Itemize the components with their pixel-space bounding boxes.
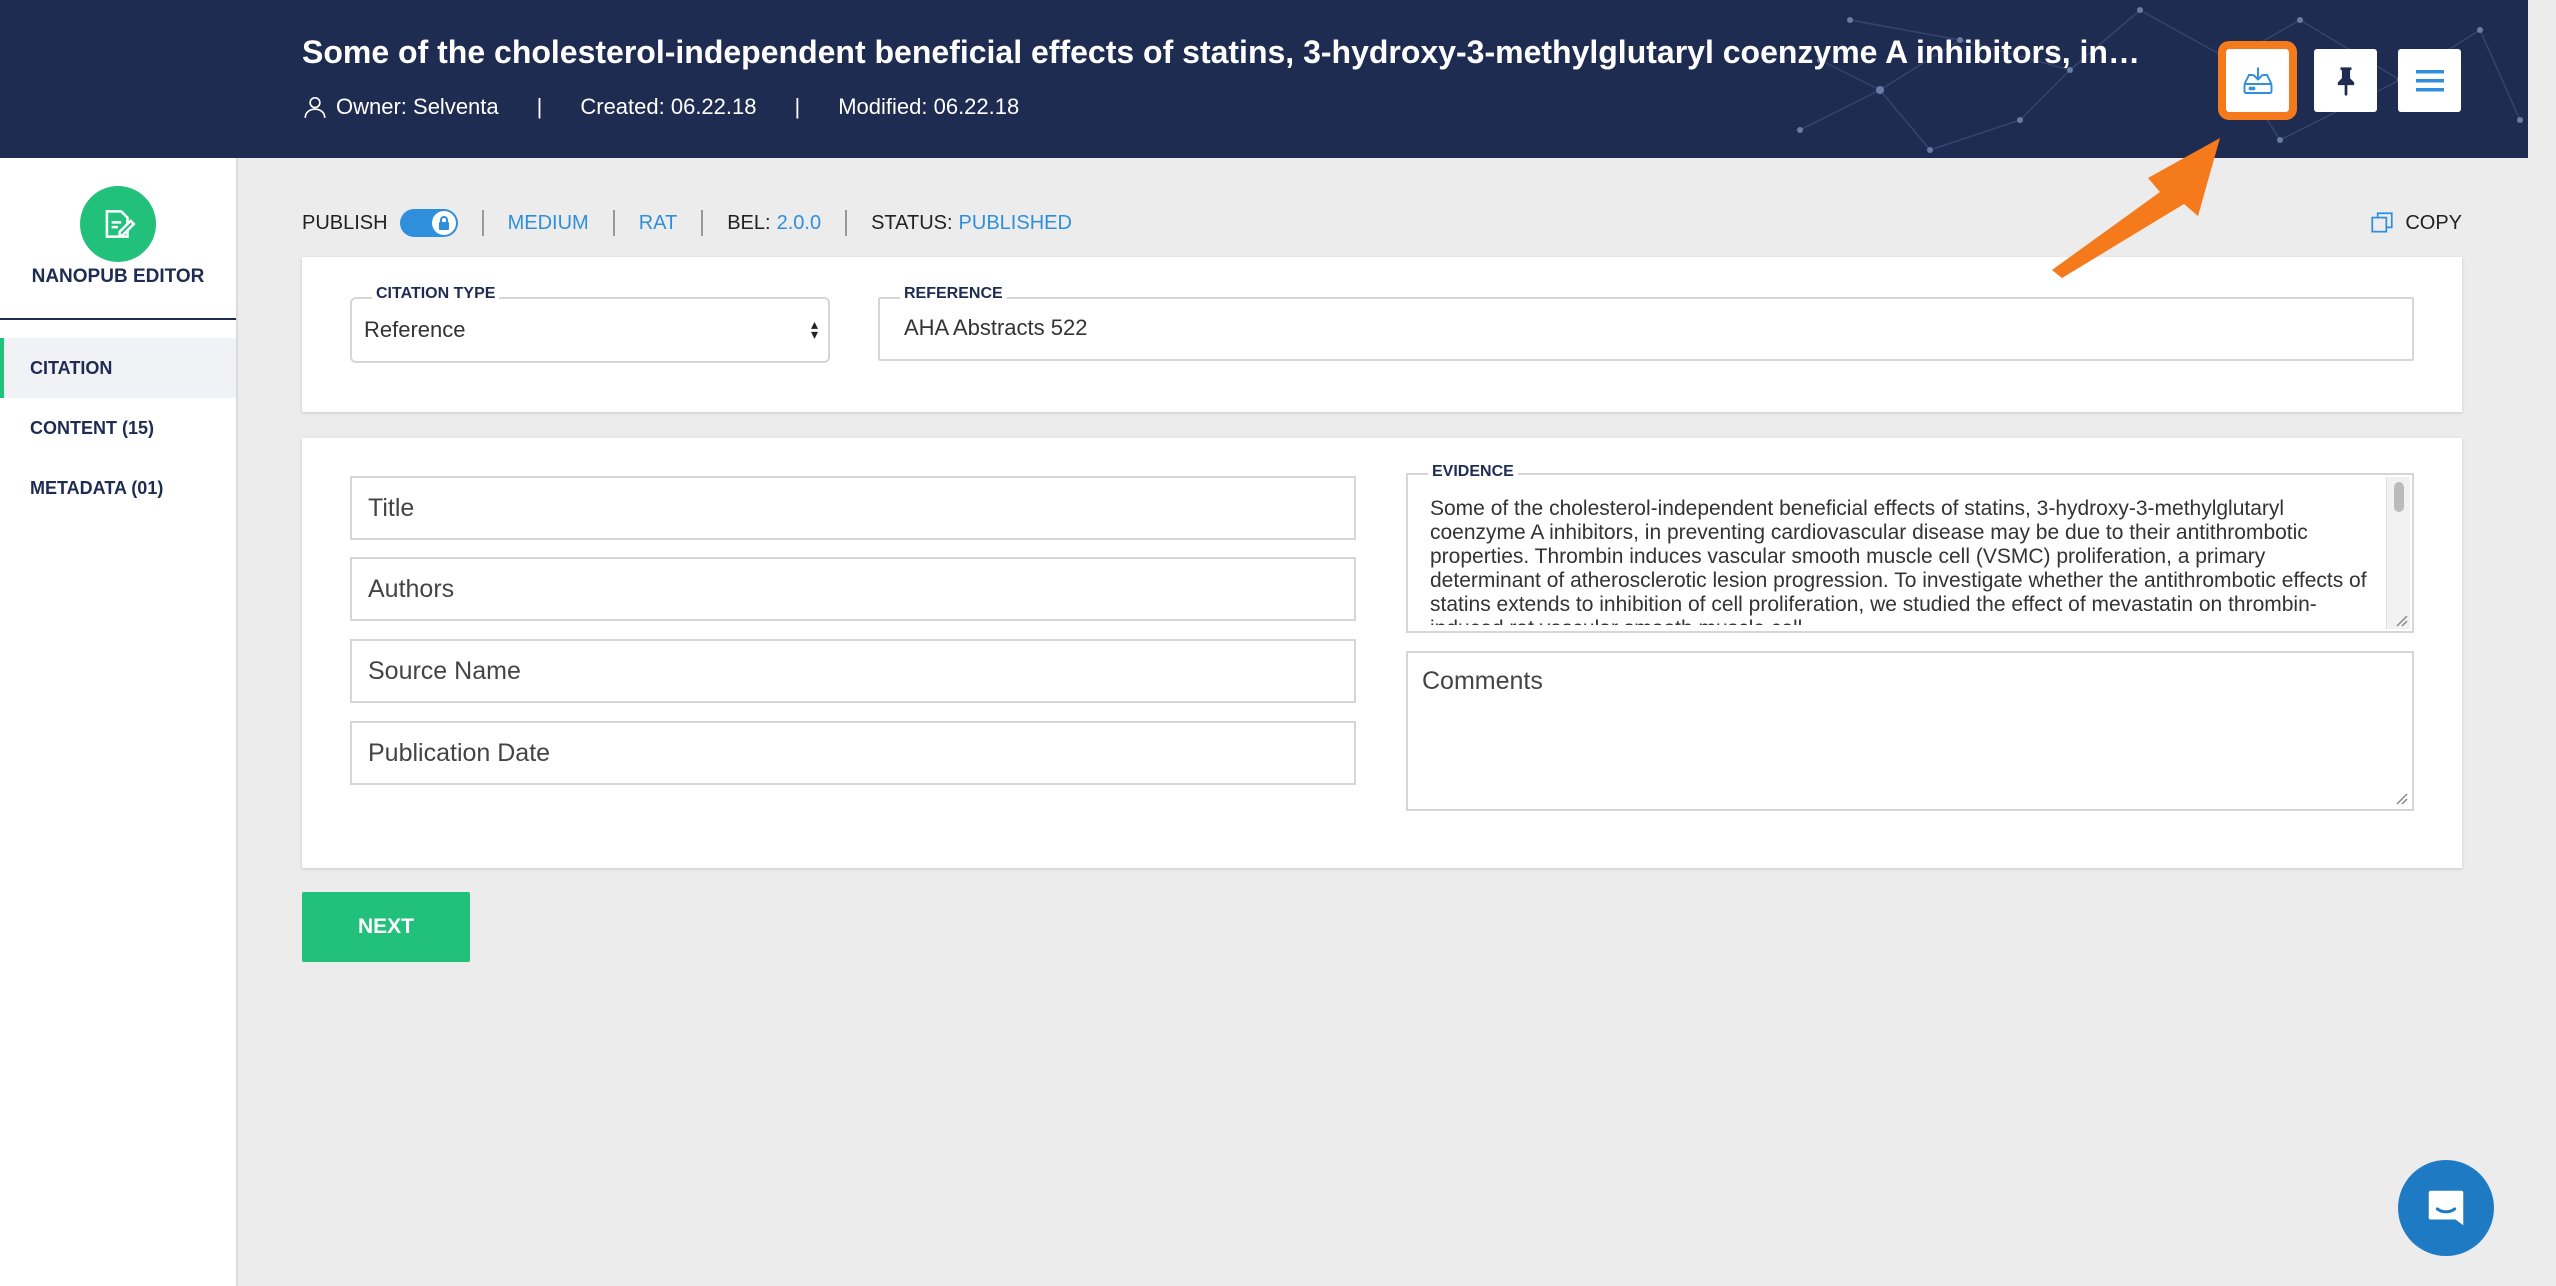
comments-textarea[interactable]: Comments xyxy=(1406,651,2414,811)
status-value: PUBLISHED xyxy=(958,211,1072,234)
publish-toggle[interactable] xyxy=(399,209,458,237)
nanopub-editor-logo xyxy=(80,186,156,262)
title-placeholder: Title xyxy=(368,493,415,522)
reference-label: REFERENCE xyxy=(900,285,1007,303)
publish-label: PUBLISH xyxy=(302,211,388,234)
select-arrows-icon: ▴ ▾ xyxy=(810,316,818,342)
chat-launcher-button[interactable] xyxy=(2398,1160,2494,1256)
status-label: STATUS: xyxy=(871,211,953,234)
citation-type-label: CITATION TYPE xyxy=(372,285,500,303)
sidebar-item-label: CITATION xyxy=(30,357,113,378)
sidebar-title: NANOPUB EDITOR xyxy=(31,266,205,287)
scrollbar-thumb[interactable] xyxy=(2394,482,2404,512)
toolbar-divider xyxy=(481,210,484,236)
bel-label: BEL: xyxy=(727,211,771,234)
created-text: Created: 06.22.18 xyxy=(580,94,757,119)
citation-type-select[interactable]: CITATION TYPE Reference ▴ ▾ xyxy=(350,285,830,363)
citation-type-value: Reference xyxy=(364,317,466,342)
evidence-label: EVIDENCE xyxy=(1428,463,1518,481)
publish-toggle-knob xyxy=(431,211,456,235)
modified-text: Modified: 06.22.18 xyxy=(838,94,1020,119)
copy-icon xyxy=(2371,212,2393,233)
authors-field[interactable]: Authors xyxy=(350,557,1356,621)
document-meta: Owner: Selventa | Created: 06.22.18 | Mo… xyxy=(302,92,1019,122)
edit-document-icon xyxy=(105,210,136,238)
publication-date-placeholder: Publication Date xyxy=(368,738,551,767)
meta-separator: | xyxy=(794,94,801,119)
pin-button[interactable] xyxy=(2314,49,2377,112)
citation-card: CITATION TYPE Reference ▴ ▾ REFERENCE AHA… xyxy=(302,257,2462,412)
sidebar-item-label: METADATA (01) xyxy=(30,477,164,498)
lock-icon xyxy=(438,216,449,230)
pin-icon xyxy=(2337,66,2354,96)
authors-placeholder: Authors xyxy=(368,574,455,603)
copy-label: COPY xyxy=(2405,211,2462,234)
sidebar-divider xyxy=(0,318,236,320)
publication-date-field[interactable]: Publication Date xyxy=(350,721,1356,785)
sidebar-item-label: CONTENT (15) xyxy=(30,417,155,438)
sidebar-item-citation[interactable]: CITATION xyxy=(0,338,236,398)
evidence-textarea[interactable]: EVIDENCE Some of the cholesterol-indepen… xyxy=(1406,463,2414,633)
app-root: Some of the cholesterol-independent bene… xyxy=(0,0,2556,1286)
save-download-button[interactable] xyxy=(2218,41,2297,120)
species-link[interactable]: RAT xyxy=(639,212,678,235)
menu-button[interactable] xyxy=(2398,49,2461,112)
medium-link[interactable]: MEDIUM xyxy=(508,212,589,235)
meta-separator: | xyxy=(536,94,543,119)
copy-button[interactable]: COPY xyxy=(2369,208,2462,238)
chat-icon xyxy=(2428,1190,2464,1226)
comments-placeholder: Comments xyxy=(1422,667,1543,695)
resize-handle-icon[interactable] xyxy=(2392,611,2408,627)
next-button[interactable]: NEXT xyxy=(302,892,470,962)
owner-text: Owner: Selventa xyxy=(336,94,499,119)
title-field[interactable]: Title xyxy=(350,476,1356,540)
toolbar-divider xyxy=(701,210,704,236)
resize-handle-icon[interactable] xyxy=(2392,789,2408,805)
orange-pointer-arrow-icon xyxy=(2052,138,2220,278)
citation-details-card: Title Authors Source Name Publication Da… xyxy=(302,438,2462,868)
hamburger-menu-icon xyxy=(2415,69,2444,91)
document-title: Some of the cholesterol-independent bene… xyxy=(302,34,2147,70)
source-name-placeholder: Source Name xyxy=(368,656,521,685)
tray-download-icon xyxy=(2243,67,2272,94)
reference-value: AHA Abstracts 522 xyxy=(904,315,1088,340)
bel-version[interactable]: 2.0.0 xyxy=(777,212,821,235)
sidebar-item-metadata[interactable]: METADATA (01) xyxy=(0,458,236,518)
toolbar-divider xyxy=(612,210,615,236)
evidence-text: Some of the cholesterol-independent bene… xyxy=(1430,497,2367,625)
reference-field[interactable]: REFERENCE AHA Abstracts 522 xyxy=(878,285,2414,361)
toolbar-divider xyxy=(845,210,848,236)
evidence-scrollbar[interactable] xyxy=(2386,477,2410,629)
sidebar: NANOPUB EDITOR CITATION CONTENT (15) MET… xyxy=(0,158,238,1286)
source-name-field[interactable]: Source Name xyxy=(350,639,1356,703)
sidebar-item-content[interactable]: CONTENT (15) xyxy=(0,398,236,458)
user-icon xyxy=(304,96,326,118)
